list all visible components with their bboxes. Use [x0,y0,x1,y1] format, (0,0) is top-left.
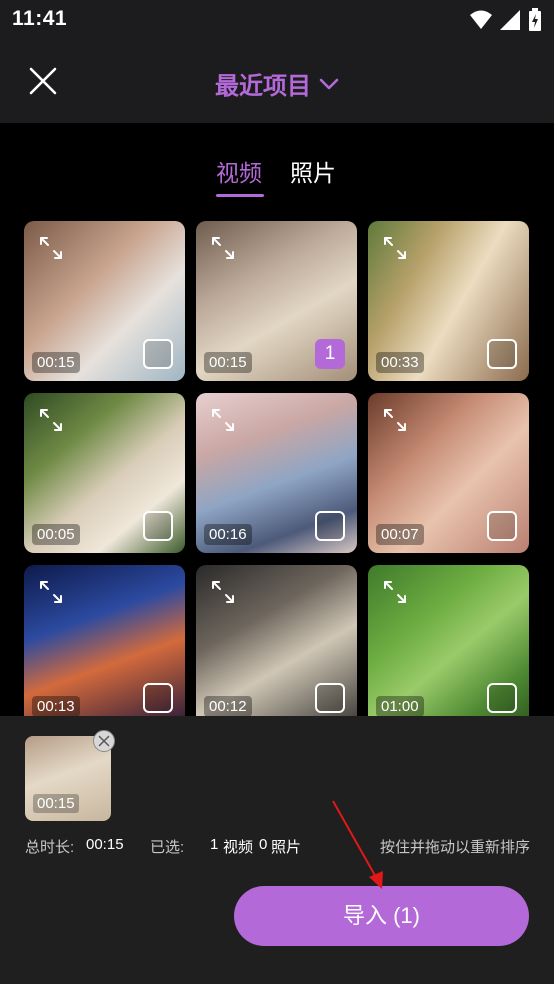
annotation-arrow-icon [332,800,383,889]
media-item[interactable]: 00:16 [196,393,357,553]
select-checkbox[interactable] [315,683,345,713]
select-checkbox[interactable] [487,511,517,541]
status-icons [470,8,542,32]
album-selector[interactable]: 最近项目 [0,66,554,101]
duration-label: 00:15 [33,794,79,813]
battery-charging-icon [529,8,541,31]
tab-photo[interactable]: 照片 [290,154,336,188]
photo-count: 0 [259,836,268,853]
duration-label: 00:16 [204,524,252,545]
media-item[interactable]: 00:13 [24,565,185,716]
duration-label: 00:15 [204,352,252,373]
select-checkbox[interactable] [143,339,173,369]
total-duration-value: 00:15 [86,836,124,853]
media-grid: 00:15 00:15 1 00:33 00:05 00:16 00:07 00… [24,221,530,716]
duration-label: 01:00 [376,696,424,716]
tab-active-indicator [216,194,264,197]
media-item[interactable]: 00:15 [24,221,185,381]
total-duration-label: 总时长: [25,839,75,856]
album-title: 最近项目 [215,73,311,100]
expand-icon[interactable] [210,235,236,261]
media-tabs: 视频 照片 [0,150,554,200]
reorder-hint: 按住并拖动以重新排序 [379,839,530,856]
media-item[interactable]: 00:07 [368,393,529,553]
expand-icon[interactable] [382,407,408,433]
status-bar: 11:41 [0,0,554,40]
duration-label: 00:05 [32,524,80,545]
media-item[interactable]: 01:00 [368,565,529,716]
select-checkbox[interactable] [487,683,517,713]
expand-icon[interactable] [210,579,236,605]
select-checkbox[interactable] [143,683,173,713]
duration-label: 00:13 [32,696,80,716]
media-item[interactable]: 00:33 [368,221,529,381]
selection-stats: 总时长: 00:15 已选: 1 视频 0 照片 按住并拖动以重新排序 [25,834,530,856]
expand-icon[interactable] [38,407,64,433]
duration-label: 00:15 [32,352,80,373]
video-count: 1 [210,836,219,853]
expand-icon[interactable] [38,235,64,261]
expand-icon[interactable] [382,579,408,605]
video-label: 视频 [223,839,254,856]
select-checkbox-selected[interactable]: 1 [315,339,345,369]
chevron-down-icon [319,78,339,89]
remove-icon[interactable] [93,730,115,752]
select-checkbox[interactable] [315,511,345,541]
top-bar: 最近项目 [0,40,554,123]
duration-label: 00:12 [204,696,252,716]
expand-icon[interactable] [382,235,408,261]
media-item[interactable]: 00:12 [196,565,357,716]
duration-label: 00:33 [376,352,424,373]
expand-icon[interactable] [38,579,64,605]
select-checkbox[interactable] [143,511,173,541]
media-item[interactable]: 00:05 [24,393,185,553]
import-button[interactable]: 导入 (1) [234,886,529,946]
photo-label: 照片 [271,839,302,856]
status-time: 11:41 [12,7,68,30]
select-checkbox[interactable] [487,339,517,369]
expand-icon[interactable] [210,407,236,433]
duration-label: 00:07 [376,524,424,545]
tab-video[interactable]: 视频 [216,154,262,188]
media-item[interactable]: 00:15 1 [196,221,357,381]
wifi-icon [470,10,492,29]
cellular-signal-icon [500,10,520,30]
selection-panel: 00:15 总时长: 00:15 已选: 1 视频 0 照片 按住并拖动以重新排… [0,716,554,984]
selected-label: 已选: [150,839,185,856]
